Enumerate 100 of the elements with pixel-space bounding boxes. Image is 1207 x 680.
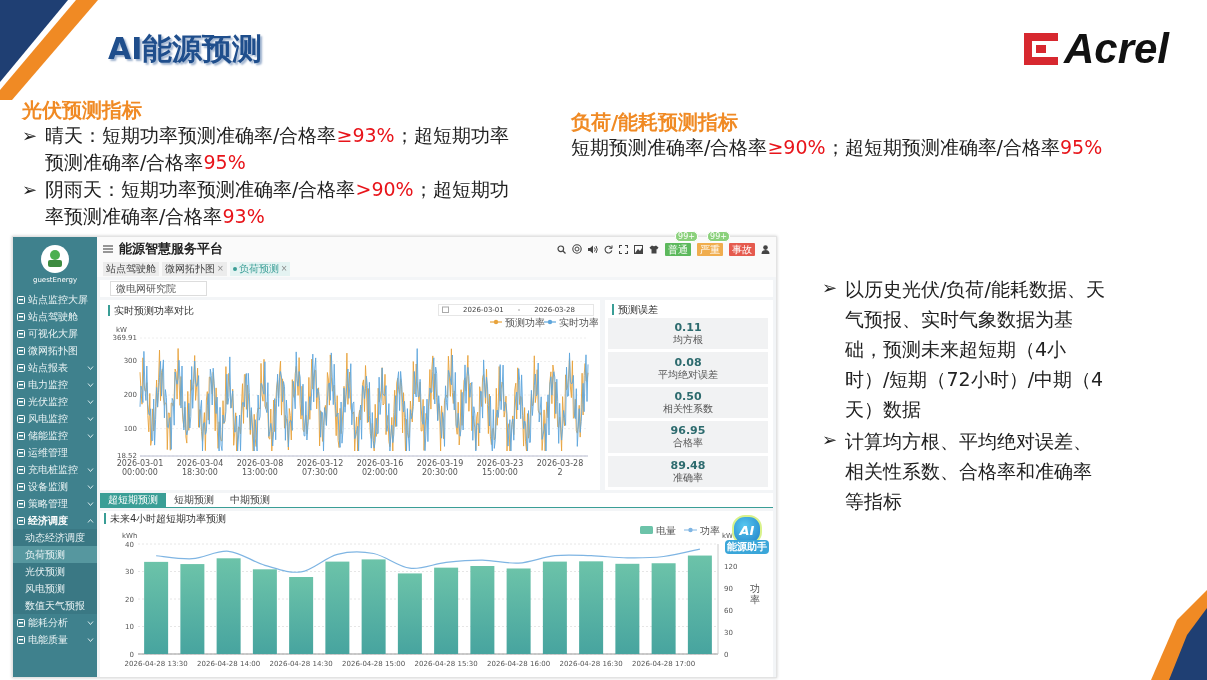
metric-value: 0.50: [674, 391, 702, 403]
fullscreen-icon[interactable]: [619, 244, 628, 254]
menu-icon: [17, 635, 25, 644]
metric-value: 0.08: [674, 356, 702, 369]
metric-label: 相关性系数: [663, 403, 713, 414]
axis-label: 2026-03-23 15:00:00: [476, 459, 524, 477]
panel-title: 未来4小时超短期功率预测: [104, 513, 227, 524]
refresh-icon[interactable]: [604, 244, 613, 254]
menu-icon: [17, 448, 25, 457]
search-icon[interactable]: [557, 244, 566, 254]
forecast-tab[interactable]: 中期预测: [222, 493, 278, 507]
menu-item[interactable]: 电能质量: [13, 631, 97, 648]
menu-item[interactable]: 能耗分析: [13, 614, 97, 631]
menu-item[interactable]: 运维管理: [13, 444, 97, 461]
legend-item: 电量: [640, 526, 676, 536]
bullet-text: 阴雨天：短期功率预测准确率/合格率>90%；超短期功率预测准确率/合格率93%: [45, 177, 510, 229]
axis-label: 2026-03-28 2: [536, 459, 584, 477]
legend-item: 功率: [683, 526, 720, 536]
section-heading: 光伏预测指标: [22, 98, 143, 122]
panel-title: 实时预测功率对比: [108, 305, 194, 316]
legend-item: 预测功率: [489, 316, 545, 328]
bullet-text: 计算均方根、平均绝对误差、相关性系数、合格率和准确率等指标: [845, 429, 1094, 514]
axis-label: 2026-03-12 07:30:00: [296, 459, 344, 477]
menu-icon: [17, 295, 25, 304]
menu-item[interactable]: 光伏监控: [13, 393, 97, 410]
menu-item[interactable]: 电力监控: [13, 376, 97, 393]
image-icon[interactable]: [634, 244, 643, 254]
page-tab[interactable]: 站点驾驶舱: [103, 262, 159, 276]
menu-item[interactable]: 设备监测: [13, 478, 97, 495]
shirt-icon[interactable]: [649, 244, 659, 254]
axis-label: 2026-03-08 13:00:00: [236, 459, 284, 477]
bullet-marker: ➢: [822, 276, 838, 300]
submenu-item[interactable]: 负荷预测: [13, 546, 97, 563]
menu-icon: [17, 312, 25, 321]
panel-title: 预测误差: [612, 304, 658, 315]
avatar-icon: [41, 244, 69, 273]
alarm-button[interactable]: 事故: [729, 242, 755, 256]
menu-item[interactable]: 微网拓扑图: [13, 342, 97, 359]
count-badge: 99+: [675, 230, 698, 242]
menu-icon: [17, 414, 25, 423]
metric-label: 合格率: [673, 437, 703, 449]
menu-item[interactable]: 储能监控: [13, 427, 97, 444]
forecast-tab[interactable]: 短期预测: [166, 493, 222, 507]
user-icon[interactable]: [761, 244, 770, 254]
speaker-icon[interactable]: [588, 244, 598, 254]
menu-item[interactable]: 经济调度: [13, 512, 97, 529]
section-heading: 负荷/能耗预测指标: [571, 110, 740, 134]
axis-label: 2026-03-16 02:00:00: [356, 459, 404, 477]
submenu-item[interactable]: 光伏预测: [13, 563, 97, 580]
logo-text: Acrel: [1063, 25, 1169, 73]
count-badge: 99+: [707, 230, 730, 242]
metric-value: 89.48: [670, 459, 706, 472]
menu-item[interactable]: 风电监控: [13, 410, 97, 427]
indicator-text: 短期预测准确率/合格率≥90%；超短期预测准确率/合格率95%: [571, 135, 1104, 160]
calendar-icon: [442, 306, 450, 313]
submenu-item[interactable]: 风电预测: [13, 580, 97, 597]
metric-value: 0.11: [674, 322, 702, 335]
logo-icon: [1023, 33, 1058, 65]
metric-label: 平均绝对误差: [658, 368, 718, 380]
menu-icon: [17, 346, 25, 355]
menu-icon: [17, 516, 25, 525]
app-title: 能源智慧服务平台: [119, 240, 223, 258]
menu-icon: [17, 482, 25, 491]
page-tab[interactable]: 负荷预测 ×: [229, 262, 291, 276]
menu-icon: [17, 380, 25, 389]
bullet-text: 以历史光伏/负荷/能耗数据、天气预报、实时气象数据为基础，预测未来超短期（4小时）/短期（72小时）/中期（4天）数据: [845, 277, 1106, 422]
alarm-button[interactable]: 普通: [665, 242, 691, 256]
help-icon[interactable]: [572, 244, 582, 254]
menu-item[interactable]: 站点报表: [13, 359, 97, 376]
menu-item[interactable]: 站点驾驶舱: [13, 308, 97, 325]
menu-icon: [17, 329, 25, 338]
bullet-marker: ➢: [22, 178, 38, 202]
bullet-marker: ➢: [22, 124, 38, 148]
axis-label: 2026-03-19 20:30:00: [416, 459, 464, 477]
menu-item[interactable]: 站点监控大屏: [13, 291, 97, 308]
metric-label: 准确率: [673, 471, 703, 483]
axis-title: 功率: [750, 583, 760, 605]
menu-item[interactable]: 充电桩监控: [13, 461, 97, 478]
legend-label: 功率: [700, 525, 720, 536]
menu-icon: [17, 499, 25, 508]
menu-item[interactable]: 可视化大屏: [13, 325, 97, 342]
metric-label: 均方根: [673, 334, 703, 346]
site-select[interactable]: 微电网研究院: [110, 281, 207, 296]
menu-icon: [17, 363, 25, 372]
legend-label: 电量: [656, 525, 676, 536]
menu-icon: [17, 618, 25, 627]
page-tab[interactable]: 微网拓扑图 ×: [162, 262, 227, 276]
bullet-marker: ➢: [822, 428, 838, 452]
close-button[interactable]: ×: [280, 262, 288, 276]
menu-icon: [17, 397, 25, 406]
close-button[interactable]: ×: [217, 262, 224, 276]
forecast-tab[interactable]: 超短期预测: [100, 493, 166, 507]
menu-icon[interactable]: [103, 245, 113, 253]
axis-label: 2026-03-04 18:30:00: [176, 459, 224, 477]
axis-label: 2026-03-01 00:00:00: [116, 459, 164, 477]
submenu-item[interactable]: 动态经济调度: [13, 529, 97, 546]
slide-title: AI能源预测: [108, 29, 263, 68]
menu-icon: [17, 431, 25, 440]
submenu-item[interactable]: 数值天气预报: [13, 597, 97, 614]
menu-item[interactable]: 策略管理: [13, 495, 97, 512]
